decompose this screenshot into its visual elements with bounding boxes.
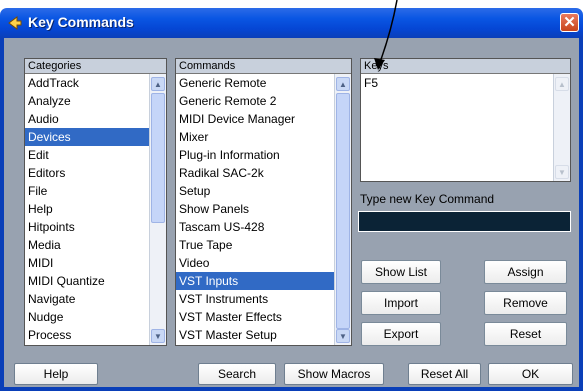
annotation-arrow	[374, 0, 398, 70]
